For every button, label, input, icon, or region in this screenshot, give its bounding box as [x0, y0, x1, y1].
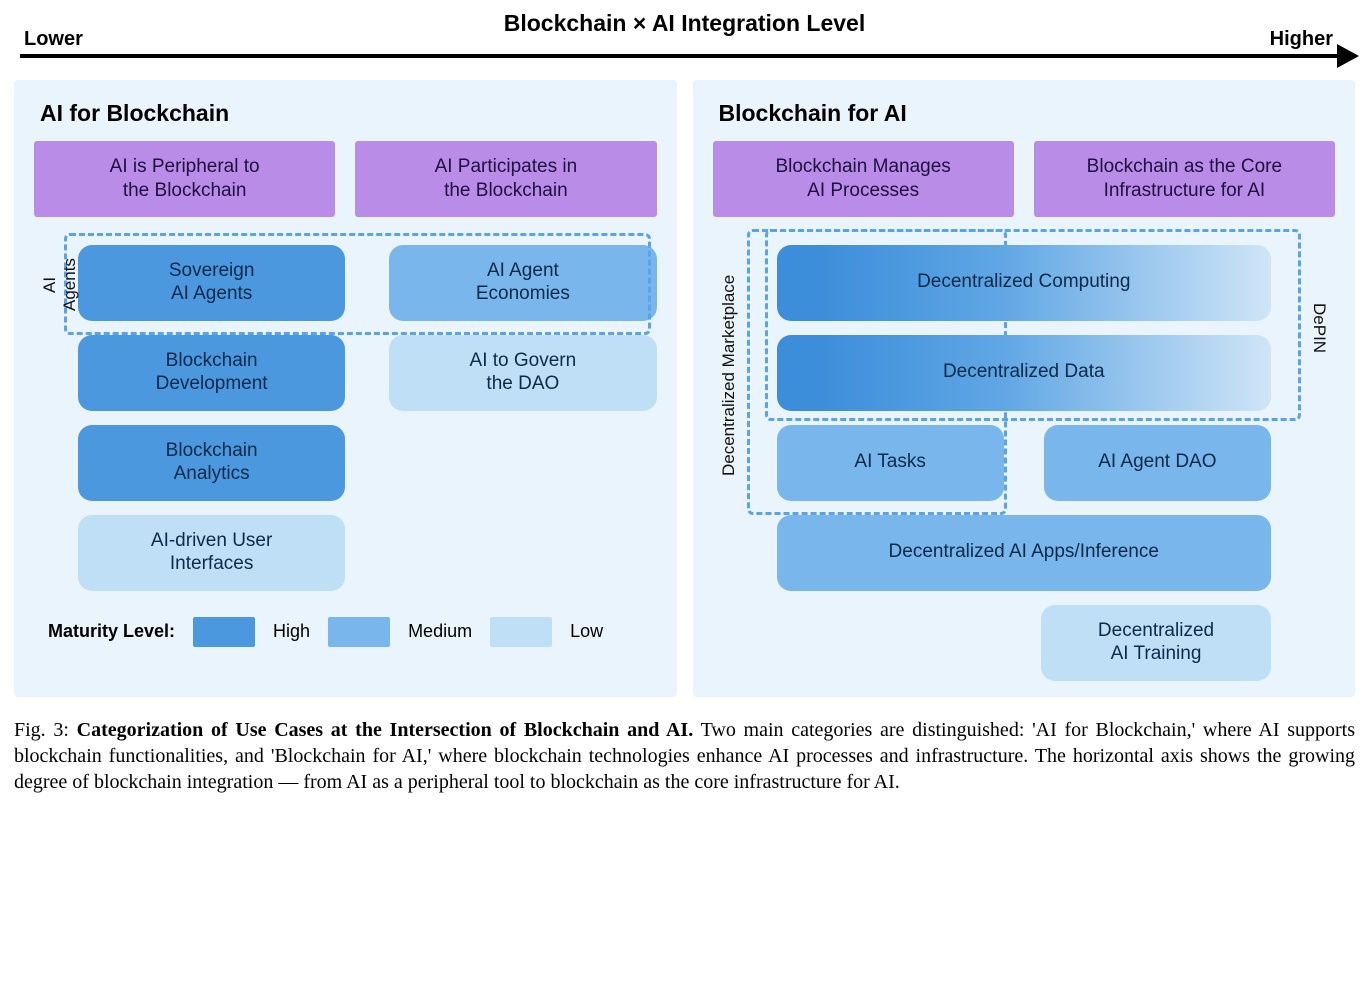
panel-ai-for-blockchain: AI for Blockchain AI is Peripheral tothe…: [14, 80, 677, 697]
right-row-5: DecentralizedAI Training: [777, 605, 1272, 681]
card-ai-driven-ui: AI-driven UserInterfaces: [78, 515, 345, 591]
left-col-1: SovereignAI Agents BlockchainDevelopment…: [78, 245, 345, 591]
legend-title: Maturity Level:: [48, 621, 175, 642]
card-ai-agent-dao: AI Agent DAO: [1044, 425, 1271, 501]
right-row-3: AI Tasks AI Agent DAO: [777, 425, 1272, 501]
card-blockchain-analytics: BlockchainAnalytics: [78, 425, 345, 501]
caption-title: Categorization of Use Cases at the Inter…: [77, 719, 694, 741]
card-decentralized-ai-training: DecentralizedAI Training: [1041, 605, 1271, 681]
axis-title: Blockchain × AI Integration Level: [14, 10, 1355, 37]
axis-low-label: Lower: [24, 28, 83, 51]
arrow-right-icon: [1337, 44, 1359, 68]
sub-ai-peripheral: AI is Peripheral tothe Blockchain: [34, 141, 335, 217]
panel-blockchain-for-ai: Blockchain for AI Blockchain ManagesAI P…: [693, 80, 1356, 697]
right-subcategory-row: Blockchain ManagesAI Processes Blockchai…: [713, 141, 1336, 217]
legend-swatch-high: [193, 617, 255, 647]
axis-high-label: Higher: [1270, 28, 1333, 51]
panel-title-right: Blockchain for AI: [719, 100, 1336, 127]
left-subcategory-row: AI is Peripheral tothe Blockchain AI Par…: [34, 141, 657, 217]
left-body: AI Agents SovereignAI Agents BlockchainD…: [34, 233, 657, 591]
group-ai-agents-label: AI Agents: [40, 249, 80, 321]
panel-title-left: AI for Blockchain: [40, 100, 657, 127]
figure-caption: Fig. 3: Categorization of Use Cases at t…: [14, 717, 1355, 796]
group-depin-label: DePIN: [1309, 289, 1329, 369]
maturity-legend: Maturity Level: High Medium Low: [34, 617, 657, 647]
card-decentralized-data: Decentralized Data: [777, 335, 1272, 411]
legend-label-low: Low: [570, 621, 603, 642]
card-ai-govern-dao: AI to Governthe DAO: [389, 335, 656, 411]
axis-line: [20, 54, 1349, 58]
card-ai-agent-economies: AI AgentEconomies: [389, 245, 656, 321]
caption-fig-number: Fig. 3:: [14, 719, 69, 741]
legend-label-medium: Medium: [408, 621, 472, 642]
left-columns: SovereignAI Agents BlockchainDevelopment…: [34, 233, 657, 591]
legend-swatch-low: [490, 617, 552, 647]
integration-axis: Blockchain × AI Integration Level Lower …: [14, 10, 1355, 68]
sub-ai-participates: AI Participates inthe Blockchain: [355, 141, 656, 217]
group-decentralized-marketplace-label: Decentralized Marketplace: [719, 255, 739, 495]
sub-blockchain-core: Blockchain as the CoreInfrastructure for…: [1034, 141, 1335, 217]
legend-swatch-medium: [328, 617, 390, 647]
sub-blockchain-manages: Blockchain ManagesAI Processes: [713, 141, 1014, 217]
card-decentralized-computing: Decentralized Computing: [777, 245, 1272, 321]
left-col-2: AI AgentEconomies AI to Governthe DAO: [389, 245, 656, 591]
card-sovereign-ai-agents: SovereignAI Agents: [78, 245, 345, 321]
panels-row: AI for Blockchain AI is Peripheral tothe…: [14, 80, 1355, 697]
right-stack: Decentralized Computing Decentralized Da…: [761, 233, 1288, 681]
legend-label-high: High: [273, 621, 310, 642]
right-body: Decentralized Marketplace DePIN Decentra…: [713, 233, 1336, 681]
card-decentralized-apps-inference: Decentralized AI Apps/Inference: [777, 515, 1272, 591]
card-blockchain-development: BlockchainDevelopment: [78, 335, 345, 411]
card-ai-tasks: AI Tasks: [777, 425, 1004, 501]
